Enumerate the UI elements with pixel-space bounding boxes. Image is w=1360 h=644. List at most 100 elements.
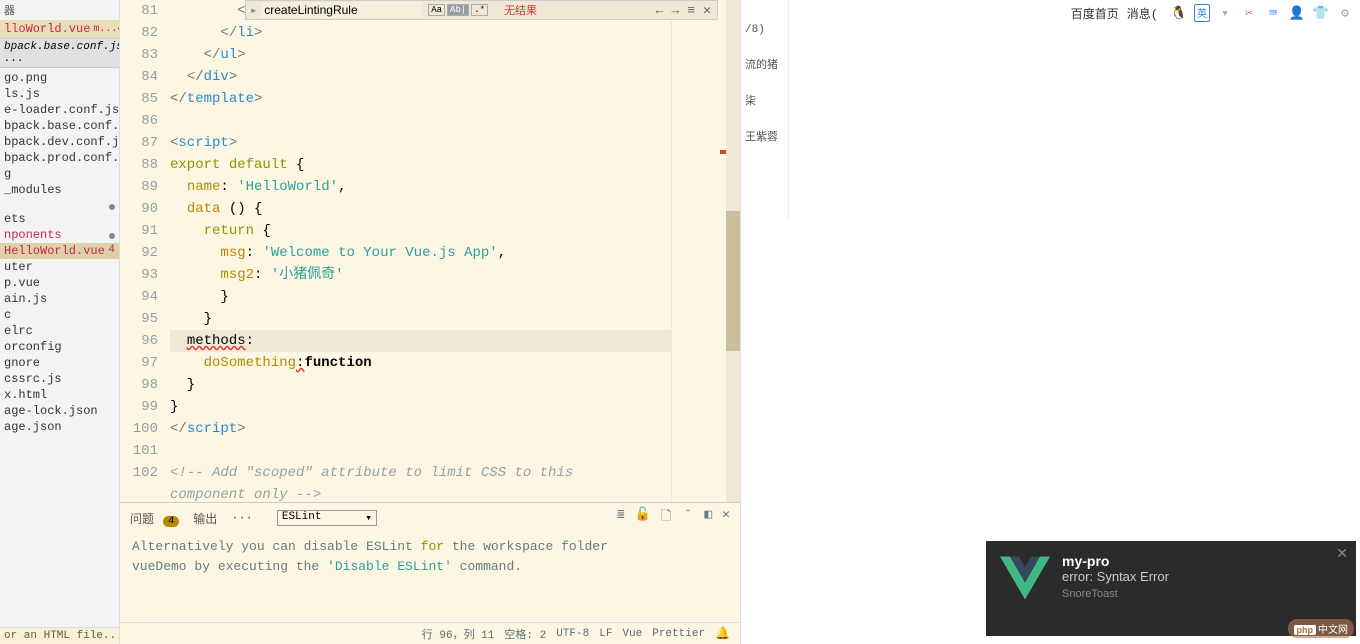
modified-dot-icon [109, 204, 115, 210]
file-item[interactable]: gnore [0, 355, 119, 371]
modified-dot-icon [109, 233, 115, 239]
status-formatter[interactable]: Prettier [652, 628, 705, 640]
minimap[interactable] [671, 0, 726, 502]
editor-tab-secondary[interactable]: bpack.base.conf.js ... [0, 39, 119, 68]
find-regex-icon[interactable]: .* [471, 4, 488, 16]
sidebar-header: 器 [0, 0, 119, 20]
panel-clear-icon[interactable]: 🗋 [661, 507, 671, 529]
editor-tab-active[interactable]: lloWorld.vue m... 4 [0, 20, 119, 39]
find-case-icon[interactable]: Aa [428, 4, 445, 16]
find-close-icon[interactable]: ✕ [703, 3, 711, 18]
panel-layout-icon[interactable]: ◧ [704, 507, 712, 529]
link-messages[interactable]: 消息( [1127, 5, 1158, 22]
notification-bell-icon[interactable]: 🔔 [715, 626, 730, 641]
find-input[interactable] [261, 2, 422, 18]
toast-close-icon[interactable]: ✕ [1336, 545, 1348, 562]
scrollbar-vertical[interactable] [726, 0, 740, 502]
browser-top-bar: 百度首页 消息( 🐧 英 ▾ ✂ ⌨ 👤 👕 ⚙ [1071, 0, 1360, 26]
panel-tab-problems[interactable]: 问题 4 [130, 510, 179, 527]
snippet-text: 流的猪 [745, 56, 784, 72]
code-line[interactable]: </li> [170, 22, 671, 44]
file-item[interactable]: g [0, 166, 119, 182]
file-item[interactable]: ls.js [0, 86, 119, 102]
find-prev-icon[interactable]: ← [656, 3, 664, 18]
find-result-text: 无结果 [504, 2, 537, 18]
person-icon[interactable]: 👤 [1288, 4, 1306, 22]
code-line[interactable]: doSomething:function [170, 352, 671, 374]
panel-tab-more[interactable]: ··· [231, 511, 253, 525]
tab-filename: bpack.base.conf.js ... [4, 41, 120, 65]
find-selection-icon[interactable]: ≡ [687, 3, 695, 18]
scrollbar-thumb[interactable] [726, 211, 740, 352]
code-line[interactable]: <script> [170, 132, 671, 154]
file-item[interactable]: age-lock.json [0, 403, 119, 419]
watermark: php中文网 [1288, 619, 1355, 638]
code-line[interactable]: data () { [170, 198, 671, 220]
code-line[interactable] [170, 440, 671, 462]
editor-area: ▸ Aa Ab| .* 无结果 ← → ≡ ✕ 8182838485868788… [120, 0, 740, 644]
file-item[interactable]: orconfig [0, 339, 119, 355]
code-line[interactable]: } [170, 308, 671, 330]
keyboard-icon[interactable]: ⌨ [1264, 4, 1282, 22]
file-item[interactable]: bpack.dev.conf.js [0, 134, 119, 150]
file-item[interactable]: p.vue [0, 275, 119, 291]
file-item[interactable]: nponents [0, 227, 119, 243]
code-line[interactable]: msg: 'Welcome to Your Vue.js App', [170, 242, 671, 264]
code-line[interactable]: export default { [170, 154, 671, 176]
code-line[interactable]: msg2: '小猪佩奇' [170, 264, 671, 286]
file-item[interactable]: cssrc.js [0, 371, 119, 387]
panel-wrap-icon[interactable]: ≣ [617, 507, 625, 529]
file-item[interactable]: c [0, 307, 119, 323]
file-item[interactable]: _modules [0, 182, 119, 198]
tab-modified: m... [93, 24, 117, 35]
file-item[interactable]: bpack.base.conf.js [0, 118, 119, 134]
code-line[interactable]: </template> [170, 88, 671, 110]
file-item[interactable]: elrc [0, 323, 119, 339]
file-item[interactable]: HelloWorld.vue4 [0, 243, 119, 259]
code-line[interactable]: </ul> [170, 44, 671, 66]
status-spaces[interactable]: 空格: 2 [504, 626, 546, 642]
code-content[interactable]: </li> </li> </ul> </div></template><scri… [170, 0, 671, 502]
file-item[interactable]: age.json [0, 419, 119, 435]
file-item[interactable]: e-loader.conf.js [0, 102, 119, 118]
code-line[interactable]: </script> [170, 418, 671, 440]
panel-tab-output[interactable]: 输出 [193, 510, 217, 527]
file-item[interactable]: bpack.prod.conf.js [0, 150, 119, 166]
panel-collapse-icon[interactable]: ＾ [681, 507, 694, 529]
panel-close-icon[interactable]: ✕ [722, 507, 730, 529]
file-item[interactable]: ain.js [0, 291, 119, 307]
output-channel-select[interactable]: ESLint ▾ [277, 510, 377, 526]
dropdown-icon[interactable]: ▾ [1216, 4, 1234, 22]
panel-lock-icon[interactable]: 🔓 [635, 507, 651, 529]
scissors-icon[interactable]: ✂ [1240, 4, 1258, 22]
file-item[interactable]: uter [0, 259, 119, 275]
status-language[interactable]: Vue [622, 628, 642, 640]
code-line[interactable]: <!-- Add "scoped" attribute to limit CSS… [170, 462, 671, 484]
lang-badge[interactable]: 英 [1194, 4, 1210, 22]
file-item[interactable]: x.html [0, 387, 119, 403]
code-line[interactable]: name: 'HelloWorld', [170, 176, 671, 198]
gear-icon[interactable]: ⚙ [1336, 4, 1354, 22]
status-line-col[interactable]: 行 96，列 11 [422, 626, 495, 642]
code-line[interactable]: return { [170, 220, 671, 242]
code-line[interactable]: component only --> [170, 484, 671, 502]
penguin-icon[interactable]: 🐧 [1170, 4, 1188, 22]
code-line[interactable]: </div> [170, 66, 671, 88]
code-line[interactable]: } [170, 396, 671, 418]
file-item[interactable] [0, 198, 119, 211]
code-line[interactable]: methods: [170, 330, 671, 352]
status-encoding[interactable]: UTF-8 [556, 628, 589, 640]
toast-source: SnoreToast [1062, 588, 1169, 600]
code-line[interactable]: } [170, 286, 671, 308]
code-line[interactable]: } [170, 374, 671, 396]
file-item[interactable]: ets [0, 211, 119, 227]
status-eol[interactable]: LF [599, 628, 612, 640]
file-item[interactable]: go.png [0, 70, 119, 86]
link-baidu-home[interactable]: 百度首页 [1071, 5, 1119, 22]
find-toggle[interactable]: ▸ [246, 1, 261, 20]
code-line[interactable] [170, 110, 671, 132]
find-next-icon[interactable]: → [672, 3, 680, 18]
page-strip: /8) 流的猪 柒 王紫蓉 [741, 0, 789, 220]
shirt-icon[interactable]: 👕 [1312, 4, 1330, 22]
find-word-icon[interactable]: Ab| [447, 4, 469, 16]
